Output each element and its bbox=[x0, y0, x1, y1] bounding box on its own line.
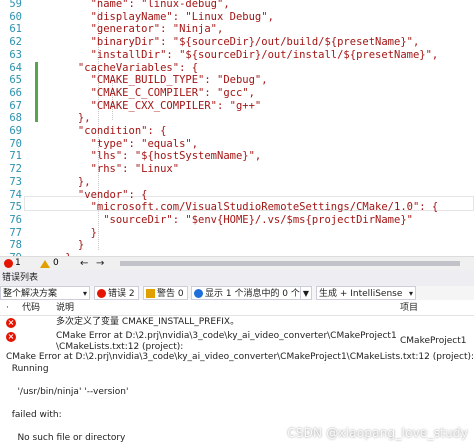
source-label: 生成 + IntelliSense bbox=[319, 289, 403, 299]
horizontal-scrollbar-thumb[interactable] bbox=[120, 261, 460, 266]
warnings-filter-label: 警告 0 bbox=[157, 289, 184, 299]
error-icon bbox=[97, 289, 106, 298]
filter-toggle-button[interactable]: ▼ bbox=[300, 286, 312, 300]
errors-filter-button[interactable]: 错误 2 bbox=[94, 286, 139, 300]
error-description: 多次定义了变量 CMAKE_INSTALL_PREFIX。 bbox=[56, 317, 240, 327]
column-project[interactable]: 项目 bbox=[400, 301, 418, 315]
warning-icon bbox=[146, 289, 155, 298]
errors-filter-label: 错误 2 bbox=[108, 289, 135, 299]
messages-filter-label: 显示 1 个消息中的 0 个 bbox=[205, 289, 300, 299]
csdn-watermark: CSDN @xiaopang_love_study bbox=[287, 426, 468, 440]
column-code[interactable]: 代码 bbox=[22, 301, 40, 315]
filter-icon: ▼ bbox=[302, 289, 310, 298]
editor-status-strip: 1 0 ← → bbox=[0, 256, 474, 270]
error-list-title: 错误列表 bbox=[0, 270, 474, 286]
chevron-down-icon: ▾ bbox=[408, 289, 413, 298]
source-dropdown[interactable]: 生成 + IntelliSense ▾ bbox=[316, 286, 416, 300]
warning-count: 0 bbox=[53, 258, 59, 268]
error-list-header: · 代码 说明 项目 bbox=[0, 301, 474, 316]
nav-back-button[interactable]: ← bbox=[80, 257, 88, 270]
info-icon bbox=[194, 289, 203, 298]
error-row[interactable]: × 多次定义了变量 CMAKE_INSTALL_PREFIX。 bbox=[0, 316, 474, 329]
error-description: CMake Error at D:\2.prj\nvidia\3_code\ky… bbox=[56, 331, 397, 352]
warnings-filter-button[interactable]: 警告 0 bbox=[143, 286, 188, 300]
chevron-down-icon: ▾ bbox=[82, 289, 87, 298]
sort-icon: · bbox=[6, 303, 9, 313]
messages-filter-button[interactable]: 显示 1 个消息中的 0 个 bbox=[191, 286, 304, 300]
error-project: CMakeProject1 bbox=[400, 336, 467, 346]
error-count-icon[interactable] bbox=[4, 259, 13, 268]
scope-dropdown[interactable]: 整个解决方案 ▾ bbox=[0, 286, 90, 300]
column-description[interactable]: 说明 bbox=[56, 301, 74, 315]
error-list-toolbar: 整个解决方案 ▾ 错误 2 警告 0 显示 1 个消息中的 0 个 ▼ 生成 +… bbox=[0, 286, 474, 300]
error-icon: × bbox=[6, 318, 16, 328]
warning-count-icon[interactable] bbox=[40, 260, 50, 268]
code-editor[interactable]: 59 "name": "linux-debug", 60 "displayName… bbox=[0, 0, 474, 256]
nav-forward-button[interactable]: → bbox=[96, 257, 104, 270]
error-row[interactable]: × CMake Error at D:\2.prj\nvidia\3_code\k… bbox=[0, 330, 474, 354]
error-count: 1 bbox=[15, 258, 21, 268]
error-icon: × bbox=[6, 332, 16, 342]
scope-label: 整个解决方案 bbox=[3, 289, 58, 299]
